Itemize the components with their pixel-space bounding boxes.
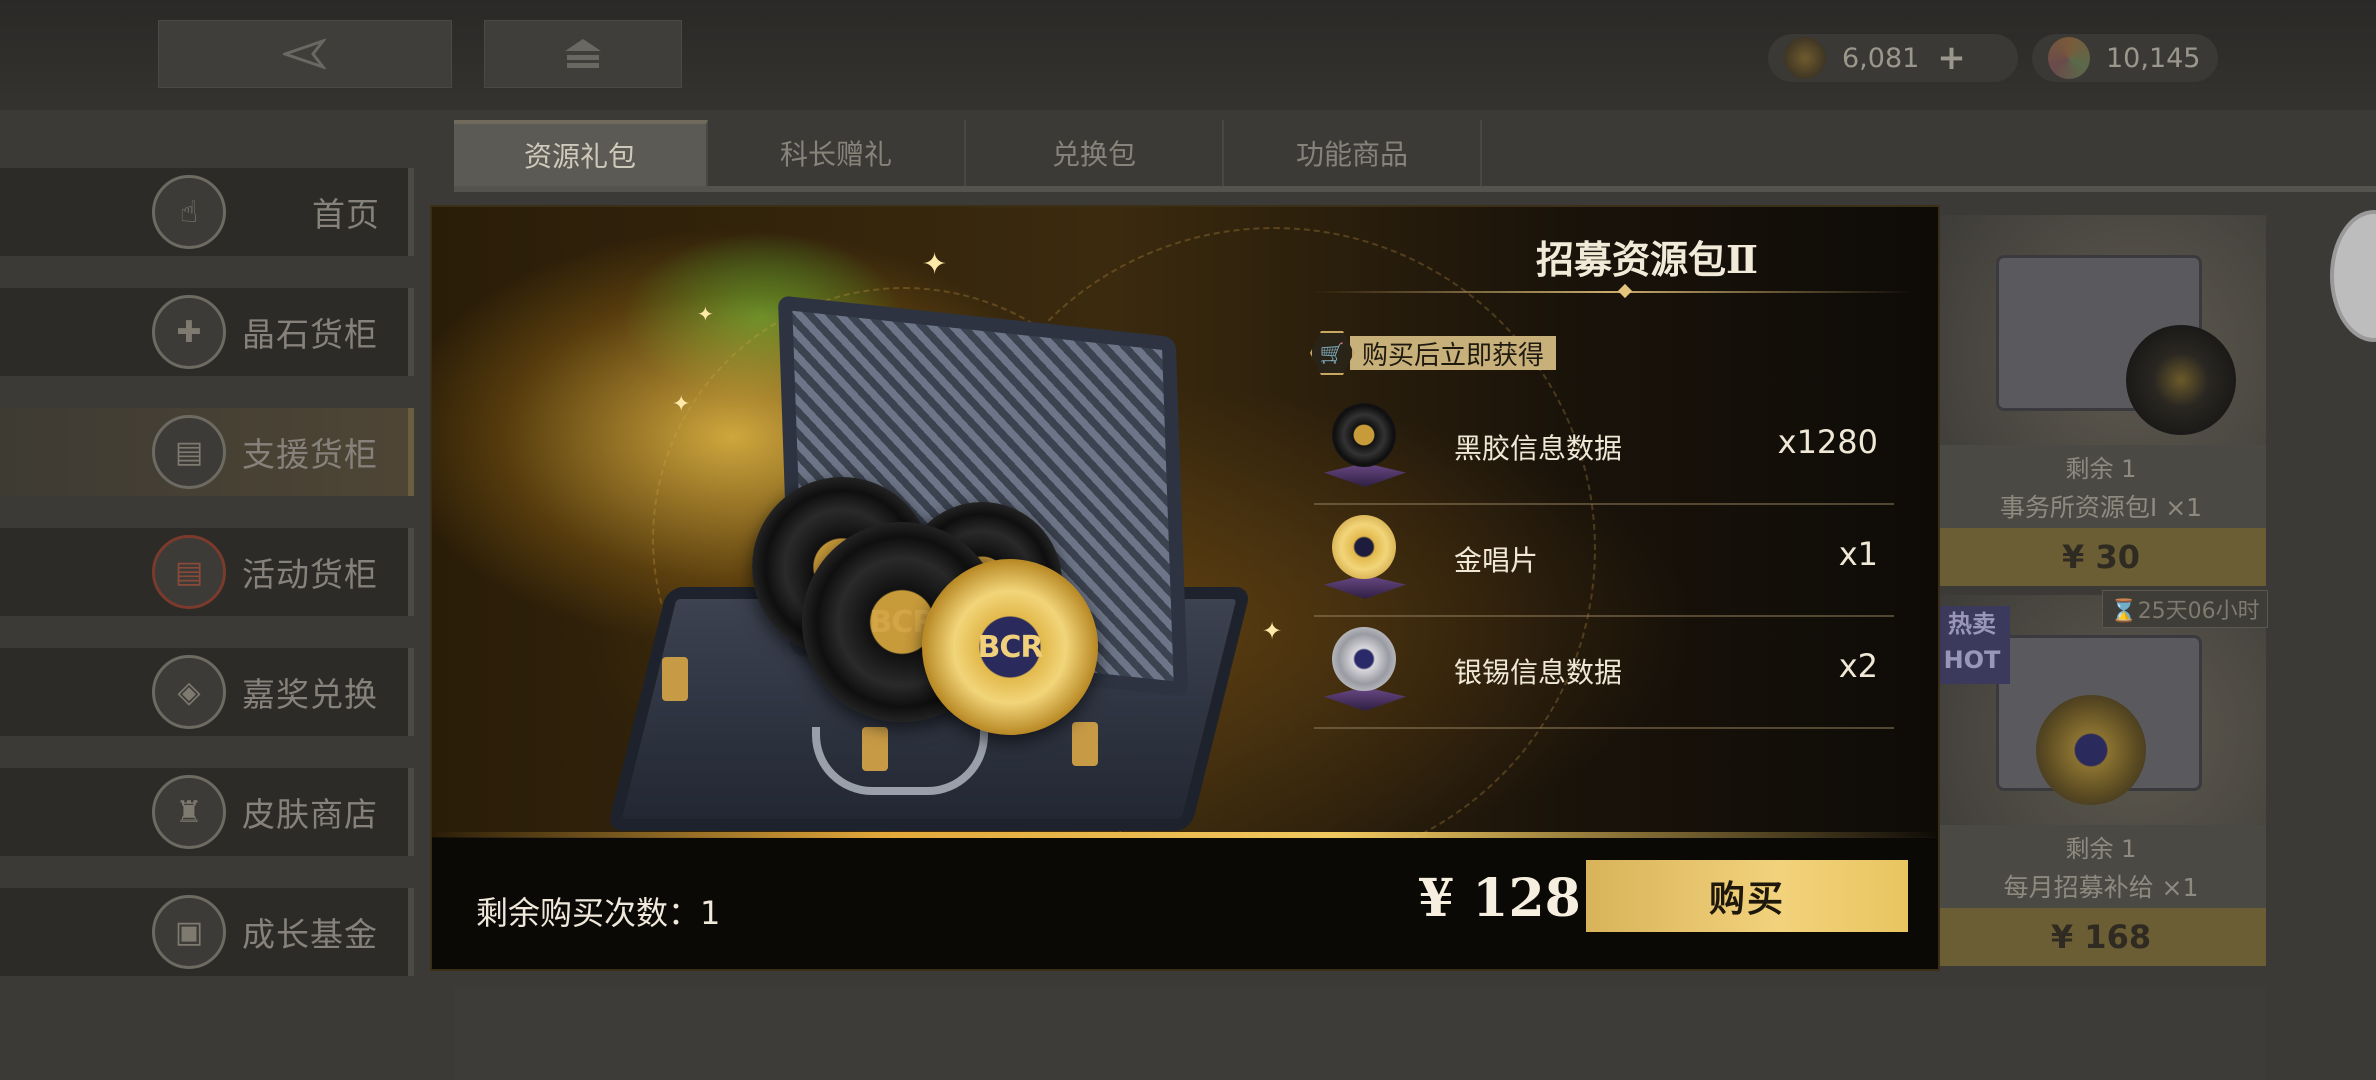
bottom-strip <box>454 988 2266 1080</box>
silver-disc-icon <box>1332 627 1396 691</box>
reward-item[interactable]: 黑胶信息数据 x1280 <box>1314 393 1894 505</box>
item-name: 银锡信息数据 <box>1454 656 1623 689</box>
modal-footer: 剩余购买次数：1 ¥ 128 购买 <box>432 838 1938 969</box>
sidebar-item-label: 成长基金 <box>242 915 378 954</box>
gain-tag: 🛒 购买后立即获得 <box>1310 331 1557 375</box>
sparkle-icon: ✦ <box>672 392 691 417</box>
fund-box-icon: ▣ <box>152 895 226 969</box>
sidebar-item-growth-fund[interactable]: ▣ 成长基金 <box>0 888 414 976</box>
bullet-currency-value: 6,081 <box>1842 42 1920 74</box>
sidebar-item-home[interactable]: ☝ 首页 <box>0 168 414 256</box>
add-currency-button[interactable]: + <box>1937 38 1966 78</box>
pack-card-price[interactable]: ¥ 30 <box>1936 528 2266 586</box>
vinyl-image <box>2126 325 2236 435</box>
black-vinyl-icon <box>1332 403 1396 467</box>
sidebar-item-label: 活动货柜 <box>242 555 378 594</box>
sidebar-item-reward-exchange[interactable]: ◈ 嘉奖兑换 <box>0 648 414 736</box>
crystal-icon <box>2048 37 2090 79</box>
gold-record-image <box>2036 695 2146 805</box>
cart-icon: 🛒 <box>1310 331 1354 375</box>
countdown-badge: ⌛25天06小时 <box>2102 590 2268 628</box>
bullet-coin-icon <box>1784 37 1826 79</box>
gain-tag-label: 购买后立即获得 <box>1350 336 1557 371</box>
disc-logo: BCR <box>977 629 1044 665</box>
tab-chief-gift[interactable]: 科长赠礼 <box>708 120 966 186</box>
title-divider <box>1312 291 1912 293</box>
tab-function-goods[interactable]: 功能商品 <box>1224 120 1482 186</box>
item-qty: x2 <box>1838 647 1878 685</box>
back-arrow-icon <box>283 39 327 69</box>
reward-item[interactable]: 银锡信息数据 x2 <box>1314 617 1894 729</box>
back-button[interactable] <box>158 20 452 88</box>
tab-underline <box>454 186 2376 192</box>
badge-icon: ◈ <box>152 655 226 729</box>
sidebar-item-label: 首页 <box>312 195 380 234</box>
sidebar-item-label: 皮肤商店 <box>242 795 378 834</box>
sidebar-item-crystal-cabinet[interactable]: ✚ 晶石货柜 <box>0 288 414 376</box>
pack-card-price[interactable]: ¥ 168 <box>1936 908 2266 966</box>
shop-tabs: 资源礼包 科长赠礼 兑换包 功能商品 <box>454 120 1482 188</box>
hot-badge: 热卖 HOT <box>1934 606 2010 684</box>
pack-detail-modal: ✦ ✦ ✦ ✦ BCR BCR 招募资源包Ⅱ 🛒 购买后立即获得 黑胶信息数据 … <box>430 205 1940 971</box>
reward-item[interactable]: 金唱片 x1 <box>1314 505 1894 617</box>
home-button[interactable] <box>484 20 682 88</box>
home-icon <box>565 39 601 68</box>
hand-pointer-icon: ☝ <box>152 175 226 249</box>
event-crate-icon: ▤ <box>152 535 226 609</box>
case-latch <box>1072 722 1098 766</box>
pack-price: ¥ 128 <box>1418 868 1581 929</box>
crystal-cross-icon: ✚ <box>152 295 226 369</box>
crystal-currency-value: 10,145 <box>2106 42 2201 74</box>
pack-card-remain: 剩余 1 <box>2065 835 2137 863</box>
buy-button[interactable]: 购买 <box>1586 860 1908 932</box>
sidebar-item-event-cabinet[interactable]: ▤ 活动货柜 <box>0 528 414 616</box>
crystal-currency: 10,145 <box>2032 34 2218 82</box>
gold-record-icon <box>1332 515 1396 579</box>
sparkle-icon: ✦ <box>1262 617 1283 645</box>
item-qty: x1 <box>1838 535 1878 573</box>
tab-resource-pack[interactable]: 资源礼包 <box>454 120 708 186</box>
sidebar-item-support-cabinet[interactable]: ▤ 支援货柜 <box>0 408 414 496</box>
jacket-icon: ♜ <box>152 775 226 849</box>
sparkle-icon: ✦ <box>697 302 714 326</box>
item-name: 金唱片 <box>1454 544 1539 577</box>
sidebar-item-label: 嘉奖兑换 <box>242 675 378 714</box>
tab-exchange-pack[interactable]: 兑换包 <box>966 120 1224 186</box>
pack-title: 招募资源包Ⅱ <box>1535 237 1759 282</box>
remaining-purchases: 剩余购买次数：1 <box>476 894 721 932</box>
sidebar-item-skin-shop[interactable]: ♜ 皮肤商店 <box>0 768 414 856</box>
sidebar-item-label: 晶石货柜 <box>242 315 378 354</box>
gold-record-image: BCR <box>922 559 1098 735</box>
pack-card-name: 每月招募补给 ×1 <box>2003 873 2199 902</box>
sidebar-item-label: 支援货柜 <box>242 435 378 474</box>
crate-icon: ▤ <box>152 415 226 489</box>
item-qty: x1280 <box>1777 423 1878 461</box>
case-latch <box>662 657 688 701</box>
assistant-avatar[interactable] <box>2330 210 2376 342</box>
item-name: 黑胶信息数据 <box>1454 432 1623 465</box>
bullet-currency: 6,081 + <box>1768 34 2018 82</box>
pack-card[interactable]: 剩余 1 事务所资源包Ⅰ ×1 ¥ 30 <box>1936 215 2266 586</box>
pack-card-name: 事务所资源包Ⅰ ×1 <box>1999 493 2203 522</box>
sparkle-icon: ✦ <box>922 247 948 282</box>
pack-card-image <box>1936 215 2266 445</box>
pack-card-remain: 剩余 1 <box>2065 455 2137 483</box>
